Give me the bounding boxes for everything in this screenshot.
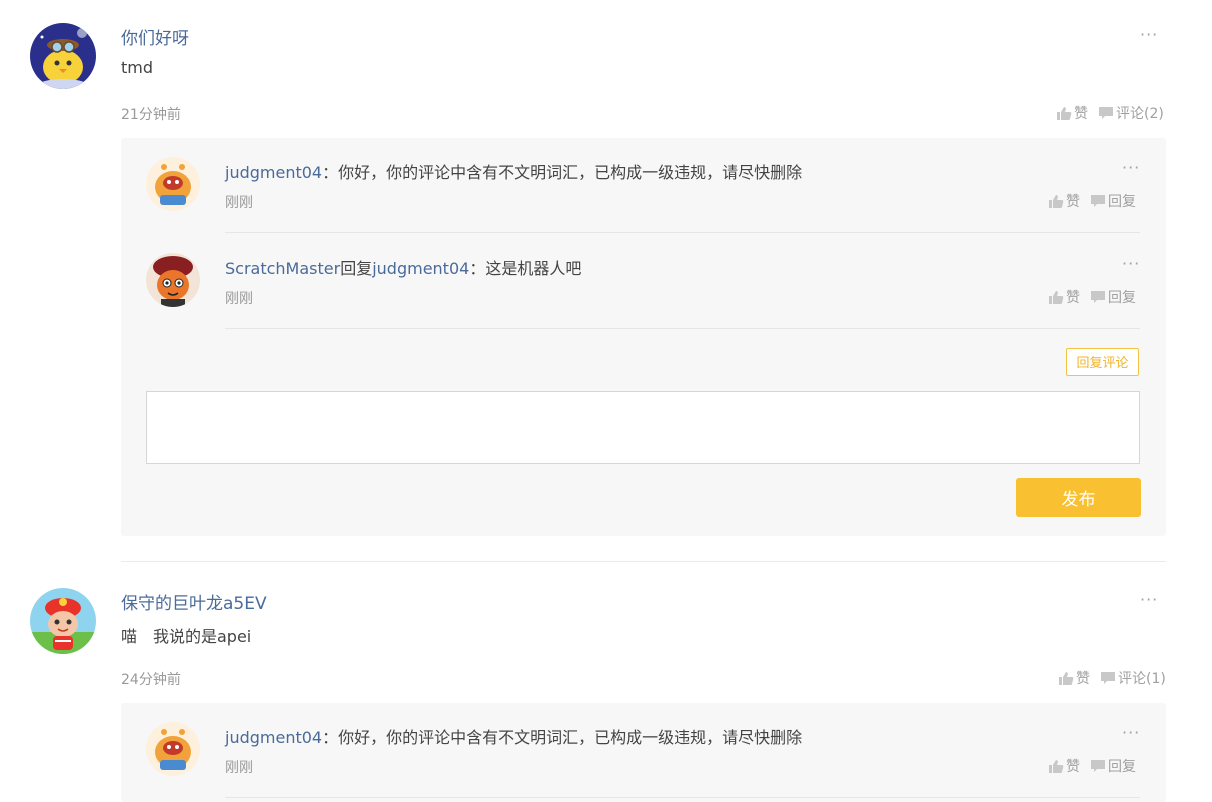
more-options-icon[interactable]: ···	[1140, 592, 1158, 608]
more-options-icon[interactable]: ···	[1122, 256, 1140, 272]
comment-count-button[interactable]: 评论(2)	[1098, 103, 1164, 123]
comment-count-label: 评论(2)	[1116, 106, 1164, 122]
reply-to-word: 回复	[340, 259, 373, 278]
reply-content: judgment04：你好，你的评论中含有不文明词汇，已构成一级违规，请尽快删除	[225, 724, 802, 748]
like-button[interactable]: 赞	[1058, 668, 1090, 688]
like-label: 赞	[1066, 194, 1080, 210]
like-button[interactable]: 赞	[1056, 103, 1088, 123]
avatar[interactable]	[146, 157, 200, 211]
reply-actions: 赞 回复	[1048, 191, 1136, 211]
reply-content: judgment04：你好，你的评论中含有不文明词汇，已构成一级违规，请尽快删除	[225, 159, 802, 183]
avatar-robot-icon	[146, 722, 200, 776]
reply-input[interactable]	[146, 391, 1140, 464]
thumbs-up-icon	[1059, 671, 1074, 685]
like-button[interactable]: 赞	[1048, 191, 1080, 211]
reply-label: 回复	[1108, 759, 1136, 775]
comment-author[interactable]: 你们好呀	[121, 24, 189, 49]
reply-text: ：这是机器人吧	[469, 259, 582, 278]
avatar-robot-icon	[146, 157, 200, 211]
avatar-dino-icon	[30, 588, 96, 654]
avatar[interactable]	[146, 253, 200, 307]
avatar-chick-icon	[30, 23, 96, 89]
reply-time: 刚刚	[225, 195, 253, 211]
comment-bubble-icon	[1091, 759, 1105, 772]
more-options-icon[interactable]: ···	[1122, 725, 1140, 741]
comment-bubble-icon	[1099, 106, 1113, 119]
reply-panel: judgment04：你好，你的评论中含有不文明词汇，已构成一级违规，请尽快删除…	[121, 703, 1166, 802]
thumbs-up-icon	[1049, 290, 1064, 304]
reply-comment-button[interactable]: 回复评论	[1066, 348, 1139, 376]
reply-button[interactable]: 回复	[1090, 191, 1136, 211]
more-options-icon[interactable]: ···	[1140, 27, 1158, 43]
publish-button[interactable]: 发布	[1016, 478, 1141, 517]
reply-button[interactable]: 回复	[1090, 756, 1136, 776]
comment-text: 喵 我说的是apei	[121, 627, 252, 646]
like-button[interactable]: 赞	[1048, 756, 1080, 776]
reply-label: 回复	[1108, 194, 1136, 210]
avatar[interactable]	[30, 23, 96, 89]
like-button[interactable]: 赞	[1048, 287, 1080, 307]
thumbs-up-icon	[1049, 759, 1064, 773]
comment-bubble-icon	[1101, 671, 1115, 684]
reply-author[interactable]: judgment04	[225, 728, 322, 747]
reply-content: ScratchMaster回复judgment04：这是机器人吧	[225, 255, 581, 279]
comment-time: 24分钟前	[121, 672, 181, 688]
reply-author[interactable]: ScratchMaster	[225, 259, 340, 278]
reply-panel: judgment04：你好，你的评论中含有不文明词汇，已构成一级违规，请尽快删除…	[121, 138, 1166, 536]
like-label: 赞	[1074, 106, 1088, 122]
comment-time: 21分钟前	[121, 107, 181, 123]
reply-text: ：你好，你的评论中含有不文明词汇，已构成一级违规，请尽快删除	[322, 728, 803, 747]
reply-divider	[225, 232, 1140, 233]
avatar-cat-icon	[146, 253, 200, 307]
like-label: 赞	[1066, 759, 1080, 775]
reply-actions: 赞 回复	[1048, 756, 1136, 776]
reply-time: 刚刚	[225, 760, 253, 776]
avatar[interactable]	[146, 722, 200, 776]
like-label: 赞	[1076, 671, 1090, 687]
more-options-icon[interactable]: ···	[1122, 160, 1140, 176]
reply-label: 回复	[1108, 290, 1136, 306]
comment-count-label: 评论(1)	[1118, 671, 1166, 687]
reply-button[interactable]: 回复	[1090, 287, 1136, 307]
avatar[interactable]	[30, 588, 96, 654]
comment-text: tmd	[121, 58, 154, 77]
reply-divider	[225, 328, 1140, 329]
comment-actions: 赞 评论(1)	[1058, 668, 1166, 688]
like-label: 赞	[1066, 290, 1080, 306]
thumbs-up-icon	[1057, 106, 1072, 120]
thumbs-up-icon	[1049, 194, 1064, 208]
comment-count-button[interactable]: 评论(1)	[1100, 668, 1166, 688]
reply-text: ：你好，你的评论中含有不文明词汇，已构成一级违规，请尽快删除	[322, 163, 803, 182]
reply-actions: 赞 回复	[1048, 287, 1136, 307]
reply-time: 刚刚	[225, 291, 253, 307]
comment-actions: 赞 评论(2)	[1056, 103, 1164, 123]
comment-author[interactable]: 保守的巨叶龙a5EV	[121, 589, 267, 614]
reply-author[interactable]: judgment04	[225, 163, 322, 182]
reply-target[interactable]: judgment04	[372, 259, 469, 278]
comment-bubble-icon	[1091, 290, 1105, 303]
comment-divider	[121, 561, 1166, 562]
comment-bubble-icon	[1091, 194, 1105, 207]
reply-divider	[225, 797, 1140, 798]
